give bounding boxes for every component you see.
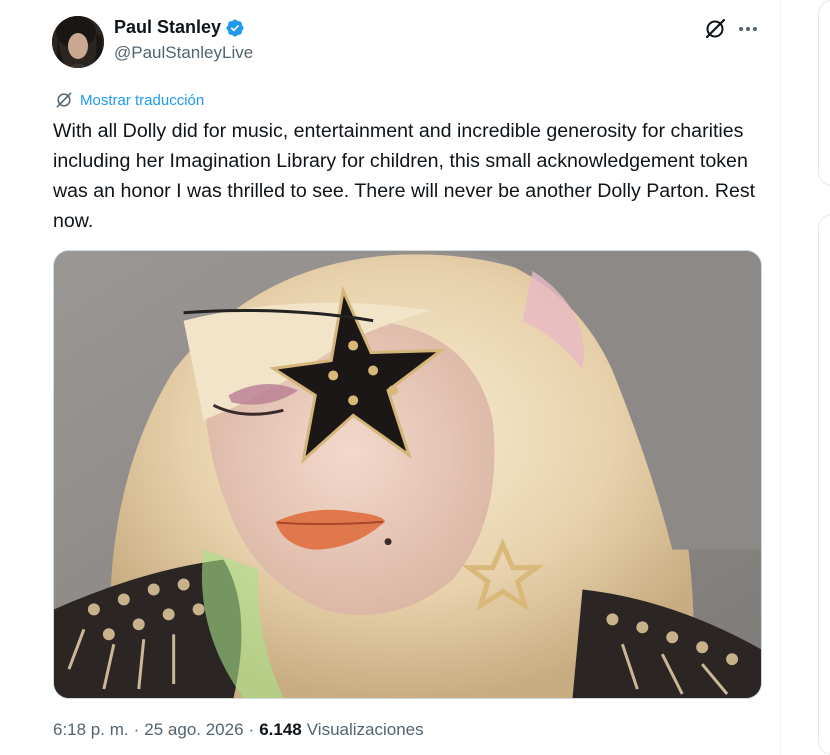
tweet-photo[interactable] bbox=[53, 250, 762, 699]
tweet-date[interactable]: 25 ago. 2026 bbox=[144, 720, 243, 740]
views-label: Visualizaciones bbox=[306, 720, 424, 739]
show-translation-label: Mostrar traducción bbox=[80, 91, 205, 109]
author-name-row[interactable]: Paul Stanley bbox=[114, 17, 245, 38]
column-divider bbox=[780, 0, 781, 755]
meta-separator: · bbox=[248, 720, 255, 739]
photo-illustration bbox=[54, 251, 761, 698]
author-handle[interactable]: @PaulStanleyLive bbox=[114, 43, 253, 63]
tweet-text: With all Dolly did for music, entertainm… bbox=[53, 120, 756, 232]
more-options-button[interactable] bbox=[736, 17, 760, 41]
views-count: 6.148 bbox=[259, 720, 302, 739]
more-icon bbox=[739, 27, 743, 31]
verified-badge-icon bbox=[225, 18, 245, 38]
show-translation-link[interactable]: Mostrar traducción bbox=[54, 90, 204, 110]
author-display-name[interactable]: Paul Stanley bbox=[114, 17, 221, 38]
sidebar-card-edge bbox=[818, 214, 830, 755]
avatar-image bbox=[52, 16, 104, 68]
sidebar-card-edge bbox=[818, 0, 830, 186]
tweet-card: Paul Stanley @PaulStanleyLive Mostrar tr… bbox=[0, 0, 780, 755]
tweet-meta: 6:18 p. m. · 25 ago. 2026 · 6.148 Visual… bbox=[53, 720, 424, 740]
avatar[interactable] bbox=[52, 16, 104, 68]
tweet-time[interactable]: 6:18 p. m. bbox=[53, 720, 129, 740]
grok-icon[interactable] bbox=[703, 17, 727, 41]
translate-icon bbox=[56, 92, 72, 108]
meta-separator: · bbox=[133, 720, 140, 739]
